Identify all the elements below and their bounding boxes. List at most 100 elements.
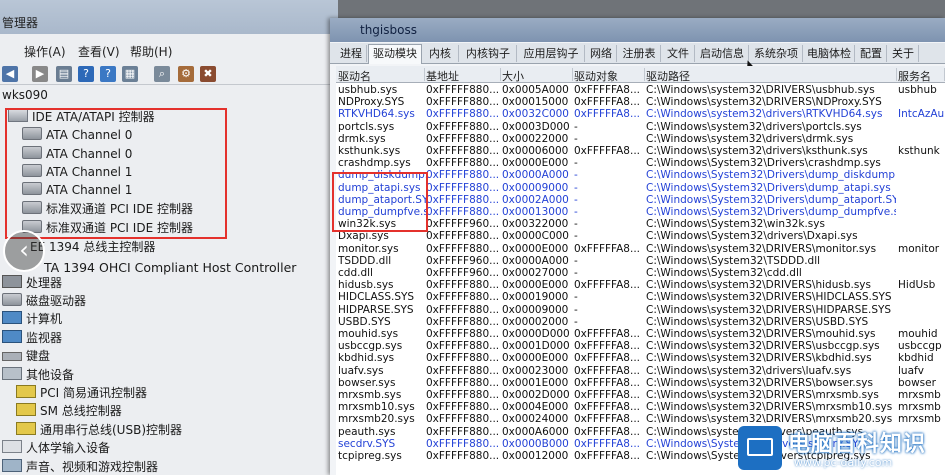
tree-node-pci-comm[interactable]: PCI 简易通讯控制器 [16, 384, 147, 402]
cell-size: 0x00002000 [502, 315, 569, 328]
back-arrow-icon[interactable]: ◀ [2, 66, 18, 82]
table-row[interactable]: RTKVHD64.sys 0xFFFFF880... 0x0032C000 0xFFF… [336, 108, 945, 120]
tab-process[interactable]: 进程 [336, 45, 367, 62]
table-header: 驱动名 基地址 大小 驱动对象 驱动路径 服务名 [336, 66, 945, 83]
tab-pc-check[interactable]: 电脑体检 [804, 45, 855, 62]
cell-base: 0xFFFFF880... [426, 315, 500, 328]
cell-base: 0xFFFFF880... [426, 340, 500, 353]
cell-svc: mrxsmb [898, 401, 941, 414]
tab-system-misc[interactable]: 系统杂项 [750, 45, 803, 62]
tree-node-1394-bus[interactable]: EE 1394 总线主控制器 [30, 238, 155, 256]
highlight-dump-box [332, 172, 428, 232]
cell-name: secdrv.SYS [338, 437, 396, 450]
show-hide-tree-icon[interactable]: ▤ [56, 66, 72, 82]
cell-name: NDProxy.SYS [338, 96, 405, 109]
table-row[interactable]: usbhub.sys 0xFFFFF880... 0x0005A000 0xFFFFF… [336, 84, 945, 96]
table-row[interactable]: HIDPARSE.SYS 0xFFFFF880... 0x00009000- C:\W… [336, 304, 945, 316]
cell-obj: - [574, 157, 578, 170]
col-driver-name[interactable]: 驱动名 [338, 68, 425, 83]
tab-app-hooks[interactable]: 应用层钩子 [518, 45, 585, 62]
cell-path: C:\Windows\System32\win32k.sys [646, 218, 825, 231]
tab-registry[interactable]: 注册表 [618, 45, 661, 62]
cell-size: 0x00322000 [502, 218, 569, 231]
col-size[interactable]: 大小 [502, 68, 573, 83]
device-manager-window: 管理器 操作(A) 查看(V) 帮助(H) ◀ ▶ ▤ ? ? ▦ ⌕ ⚙ ✖ … [0, 0, 338, 475]
menu-help[interactable]: 帮助(H) [130, 43, 172, 60]
tab-kernel-hooks[interactable]: 内核钩子 [460, 45, 517, 62]
tab-kernel[interactable]: 内核 [422, 45, 459, 62]
ark-titlebar[interactable]: thgisboss [330, 18, 945, 42]
table-row[interactable]: Dxapi.sys 0xFFFFF880... 0x0000C000- C:\Wind… [336, 230, 945, 242]
tab-startup[interactable]: 启动信息 [696, 45, 749, 62]
cell-name: crashdmp.sys [338, 157, 411, 170]
uninstall-icon[interactable]: ✖ [200, 66, 216, 82]
nav-back-icon[interactable]: ‹ [3, 230, 45, 272]
menu-action[interactable]: 操作(A) [24, 43, 66, 60]
tree-node-sm-bus[interactable]: SM 总线控制器 [16, 402, 122, 420]
tree-node-computer[interactable]: 计算机 [2, 310, 62, 328]
table-row[interactable]: USBD.SYS 0xFFFFF880... 0x00002000- C:\Windo… [336, 316, 945, 328]
cell-base: 0xFFFFF880... [426, 389, 500, 401]
cell-name: HIDCLASS.SYS [338, 291, 415, 304]
cell-obj: 0xFFFFFA8... [574, 340, 641, 353]
table-row[interactable]: luafv.sys 0xFFFFF880... 0x00023000 0xFFFFFA… [336, 365, 945, 377]
cell-size: 0x0005A000 [502, 84, 569, 96]
table-row[interactable]: bowser.sys 0xFFFFF880... 0x0001E000 0xFFFFF… [336, 377, 945, 389]
tree-node-other-devices[interactable]: 其他设备 [2, 366, 74, 384]
col-base-address[interactable]: 基地址 [426, 68, 501, 83]
menu-view[interactable]: 查看(V) [78, 43, 120, 60]
col-driver-object[interactable]: 驱动对象 [574, 68, 645, 83]
table-row[interactable]: mrxsmb10.sys 0xFFFFF880... 0x0004E000 0xFFF… [336, 401, 945, 413]
cell-base: 0xFFFFF880... [426, 206, 500, 218]
table-row[interactable]: ksthunk.sys 0xFFFFF880... 0x00006000 0xFFFF… [336, 145, 945, 157]
tree-node-usb-controller[interactable]: 通用串行总线(USB)控制器 [16, 421, 182, 439]
col-driver-path[interactable]: 驱动路径 [646, 68, 897, 83]
table-row[interactable]: drmk.sys 0xFFFFF880... 0x00022000- C:\Windo… [336, 133, 945, 145]
forward-arrow-icon[interactable]: ▶ [32, 66, 48, 82]
device-manager-titlebar[interactable]: 管理器 [0, 0, 338, 34]
table-row[interactable]: mouhid.sys 0xFFFFF880... 0x0000D000 0xFFFFF… [336, 328, 945, 340]
table-row[interactable]: monitor.sys 0xFFFFF880... 0x0000E000 0xFFFF… [336, 243, 945, 255]
tree-node-processor[interactable]: 处理器 [2, 274, 62, 292]
cell-obj: 0xFFFFFA8... [574, 242, 641, 255]
tab-config[interactable]: 配置 [856, 45, 887, 62]
pc-daily-logo-icon [738, 426, 782, 470]
ark-title: thgisboss [360, 23, 417, 37]
table-row[interactable]: usbccgp.sys 0xFFFFF880... 0x0001D000 0xFFFF… [336, 340, 945, 352]
tree-node-disk-drives[interactable]: 磁盘驱动器 [2, 292, 86, 310]
scan-hardware-icon[interactable]: ⌕ [154, 66, 170, 82]
table-row[interactable]: crashdmp.sys 0xFFFFF880... 0x0000E000- C:\W… [336, 157, 945, 169]
tab-driver-modules[interactable]: 驱动模块 [368, 44, 422, 64]
table-row[interactable]: portcls.sys 0xFFFFF880... 0x0003D000- C:\Wi… [336, 121, 945, 133]
cell-path: C:\Windows\System32\Drivers\dump_atapi.s… [646, 181, 891, 194]
table-row[interactable]: cdd.dll 0xFFFFF960... 0x00027000- C:\Window… [336, 267, 945, 279]
table-row[interactable]: kbdhid.sys 0xFFFFF880... 0x0000E000 0xFFFFF… [336, 352, 945, 364]
tree-node-hid[interactable]: 人体学输入设备 [2, 439, 110, 457]
table-row[interactable]: TSDDD.dll 0xFFFFF960... 0x0000A000- C:\Wind… [336, 255, 945, 267]
cell-name: cdd.dll [338, 267, 373, 279]
table-row[interactable]: hidusb.sys 0xFFFFF880... 0x0000E000 0xFFFFF… [336, 279, 945, 291]
properties-icon[interactable]: ▦ [122, 66, 138, 82]
cell-svc: bowser [898, 376, 936, 389]
help-icon[interactable]: ? [78, 66, 94, 82]
tab-file[interactable]: 文件 [662, 45, 695, 62]
tree-node-sound[interactable]: 声音、视频和游戏控制器 [2, 458, 158, 475]
table-row[interactable]: NDProxy.SYS 0xFFFFF880... 0x00015000 0xFFFF… [336, 96, 945, 108]
table-row[interactable]: mrxsmb.sys 0xFFFFF880... 0x0002D000 0xFFFFF… [336, 389, 945, 401]
cell-obj: - [574, 303, 578, 316]
tab-about[interactable]: 关于 [888, 45, 919, 62]
table-row[interactable]: HIDCLASS.SYS 0xFFFFF880... 0x00019000- C:\W… [336, 291, 945, 303]
tree-node-keyboard[interactable]: 键盘 [2, 347, 50, 365]
tab-network[interactable]: 网络 [586, 45, 617, 62]
cell-name: peauth.sys [338, 425, 396, 438]
sound-icon [2, 459, 22, 472]
help-topics-icon[interactable]: ? [100, 66, 116, 82]
tree-node-1394-ohci[interactable]: TA 1394 OHCI Compliant Host Controller [44, 259, 296, 277]
cell-svc: monitor [898, 242, 940, 255]
cell-base: 0xFFFFF880... [426, 181, 500, 194]
tree-root[interactable]: wks090 [2, 86, 48, 104]
tree-node-monitor[interactable]: 监视器 [2, 329, 62, 347]
update-driver-icon[interactable]: ⚙ [178, 66, 194, 82]
cell-base: 0xFFFFF880... [426, 364, 500, 377]
col-service-name[interactable]: 服务名 [898, 68, 945, 83]
